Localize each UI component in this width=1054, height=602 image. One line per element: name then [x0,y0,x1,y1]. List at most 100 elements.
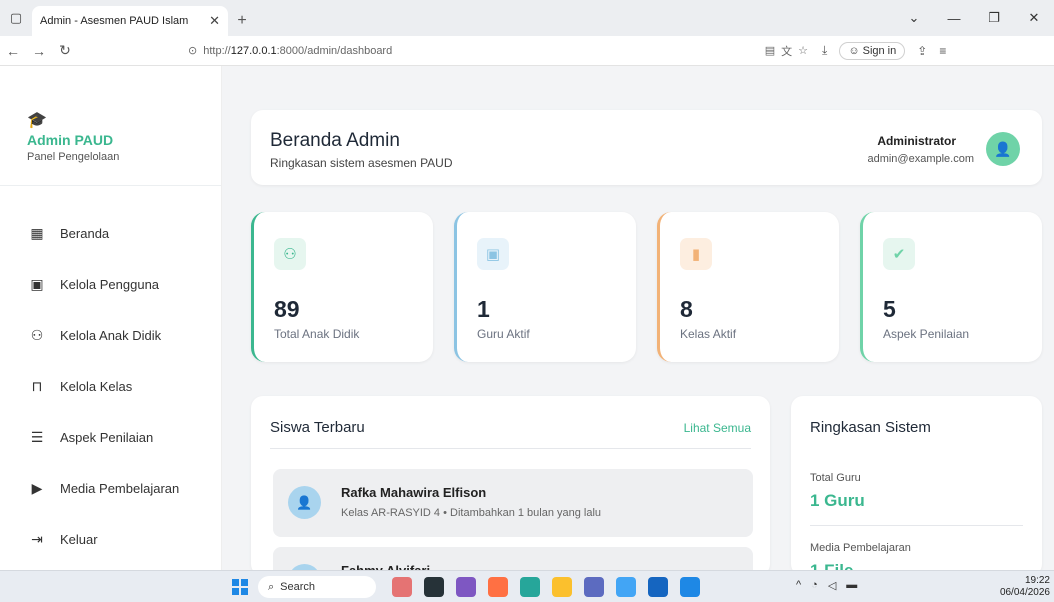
system-tray: ^ ◔ ◁ ▬ [796,579,857,592]
sidebar-item-media-pembelajaran[interactable]: ▶ Media Pembelajaran [0,463,221,514]
video-icon: ▶ [31,480,43,496]
divider [270,448,751,449]
share-icon[interactable]: ⇪ [917,44,927,58]
list-icon: ☰ [30,429,44,445]
chrome-icon[interactable] [616,577,636,597]
stat-label: Kelas Aktif [680,327,737,341]
reader-view-icon[interactable]: ▤ [765,44,775,57]
main-content: Beranda Admin Ringkasan sistem asesmen P… [222,66,1054,576]
tab-list-icon[interactable]: ▢ [0,0,32,36]
forward-icon[interactable]: → [26,43,52,59]
list-item[interactable]: 👤 Rafka Mahawira Elfison Kelas AR-RASYID… [273,469,753,537]
stat-value: 8 [680,296,693,322]
system-summary-card: Ringkasan Sistem Total Guru 1 Guru Media… [791,396,1042,576]
download-icon[interactable]: ⤓ [822,43,827,58]
stat-value: 5 [883,296,896,322]
url-host: 127.0.0.1 [230,44,277,57]
brand-name: Admin PAUD [27,132,114,148]
url-path: :8000/admin/dashboard [276,44,393,57]
stat-value: 1 [477,296,490,322]
reload-icon[interactable]: ↻ [52,42,78,59]
recent-students-title: Siswa Terbaru [270,419,365,436]
stat-label: Total Anak Didik [274,327,360,341]
sidebar-menu: ▦ Beranda ▣ Kelola Pengguna ⚇ Kelola Ana… [0,186,221,565]
edge-icon[interactable] [520,577,540,597]
firefox-icon[interactable] [488,577,508,597]
store-icon[interactable] [648,577,668,597]
grid-icon: ▦ [30,225,44,241]
sidebar-item-aspek-penilaian[interactable]: ☰ Aspek Penilaian [0,412,221,463]
bookmark-star-icon[interactable]: ☆ [798,44,808,57]
url-scheme: http:// [203,44,231,57]
door-icon: ▮ [680,238,712,270]
address-bar: ← → ↻ ⊙ http://127.0.0.1:8000/admin/dash… [0,36,1054,66]
taskbar: ⌕ Search ^ ◔ ◁ ▬ 19:22 06/04/2026 [0,570,1054,602]
sidebar-item-kelola-anak-didik[interactable]: ⚇ Kelola Anak Didik [0,310,221,361]
chevron-down-icon[interactable]: ⌄ [894,10,934,26]
see-all-link[interactable]: Lihat Semua [684,421,751,435]
sidebar-item-kelola-kelas[interactable]: ⊓ Kelola Kelas [0,361,221,412]
app-icon[interactable] [456,577,476,597]
site-info-icon[interactable]: ⊙ [188,44,197,57]
stat-label: Guru Aktif [477,327,530,341]
page-subtitle: Ringkasan sistem asesmen PAUD [270,156,453,170]
user-icon: 👤 [994,140,1012,157]
id-badge-icon: ▣ [477,238,509,270]
sidebar-item-label: Media Pembelajaran [60,481,180,496]
window-controls: ⌄ — ❐ ✕ [894,0,1054,36]
chevron-up-icon[interactable]: ^ [796,579,801,592]
brand-subtitle: Panel Pengelolaan [27,151,120,163]
sidebar-item-kelola-pengguna[interactable]: ▣ Kelola Pengguna [0,259,221,310]
sidebar-item-beranda[interactable]: ▦ Beranda [0,208,221,259]
clock[interactable]: 19:22 06/04/2026 [1000,575,1050,599]
speaker-icon[interactable]: ◁ [828,579,836,592]
sign-in-label: Sign in [862,44,897,57]
battery-icon[interactable]: ▬ [846,579,857,592]
add-user-icon: 👤 [288,486,321,519]
sidebar-item-keluar[interactable]: ⇥ Keluar [0,514,221,565]
stat-card-total-anak-didik: ⚇ 89 Total Anak Didik [251,212,433,362]
student-meta: Kelas AR-RASYID 4 • Ditambahkan 1 bulan … [341,507,602,519]
door-icon: ⊓ [31,378,43,394]
taskbar-search[interactable]: ⌕ Search [258,576,376,598]
file-explorer-icon[interactable] [552,577,572,597]
summary-label: Media Pembelajaran [810,542,911,554]
menu-icon[interactable]: ≡ [939,44,946,58]
translate-icon[interactable]: 文 [781,43,792,59]
taskbar-search-label: Search [280,581,316,593]
brand: 🎓 Admin PAUD Panel Pengelolaan [0,66,221,186]
sidebar: 🎓 Admin PAUD Panel Pengelolaan ▦ Beranda… [0,66,222,570]
sidebar-item-label: Beranda [60,226,110,241]
logout-icon: ⇥ [31,531,43,547]
sign-in-button[interactable]: ☺ Sign in [839,41,906,60]
wifi-icon[interactable]: ◔ [811,579,818,592]
minimize-icon[interactable]: — [934,11,974,26]
teams-icon[interactable] [584,577,604,597]
vscode-icon[interactable] [680,577,700,597]
back-icon[interactable]: ← [0,43,26,59]
close-tab-icon[interactable]: ✕ [209,13,220,29]
recent-students-card: Siswa Terbaru Lihat Semua 👤 Rafka Mahawi… [251,396,770,576]
id-badge-icon: ▣ [30,276,44,292]
tab-title: Admin - Asesmen PAUD Islam [40,15,189,27]
stat-card-kelas-aktif: ▮ 8 Kelas Aktif [657,212,839,362]
task-view-icon[interactable] [424,577,444,597]
page-title: Beranda Admin [270,130,400,151]
avatar[interactable]: 👤 [986,132,1020,166]
user-email: admin@example.com [867,153,974,165]
sidebar-item-label: Keluar [60,532,98,547]
search-icon: ⌕ [268,580,275,593]
windows-start-icon[interactable] [232,579,248,595]
summary-value: 1 Guru [810,491,865,510]
widget-icon[interactable] [392,577,412,597]
sidebar-item-label: Kelola Pengguna [60,277,160,292]
summary-label: Total Guru [810,472,861,484]
stat-card-guru-aktif: ▣ 1 Guru Aktif [454,212,636,362]
new-tab-icon[interactable]: + [228,6,256,36]
restore-icon[interactable]: ❐ [974,10,1014,26]
browser-tab[interactable]: Admin - Asesmen PAUD Islam ✕ [32,6,228,36]
sidebar-item-label: Aspek Penilaian [60,430,154,445]
url-field[interactable]: ⊙ http://127.0.0.1:8000/admin/dashboard … [188,39,808,63]
close-window-icon[interactable]: ✕ [1014,10,1054,26]
summary-title: Ringkasan Sistem [810,419,931,436]
